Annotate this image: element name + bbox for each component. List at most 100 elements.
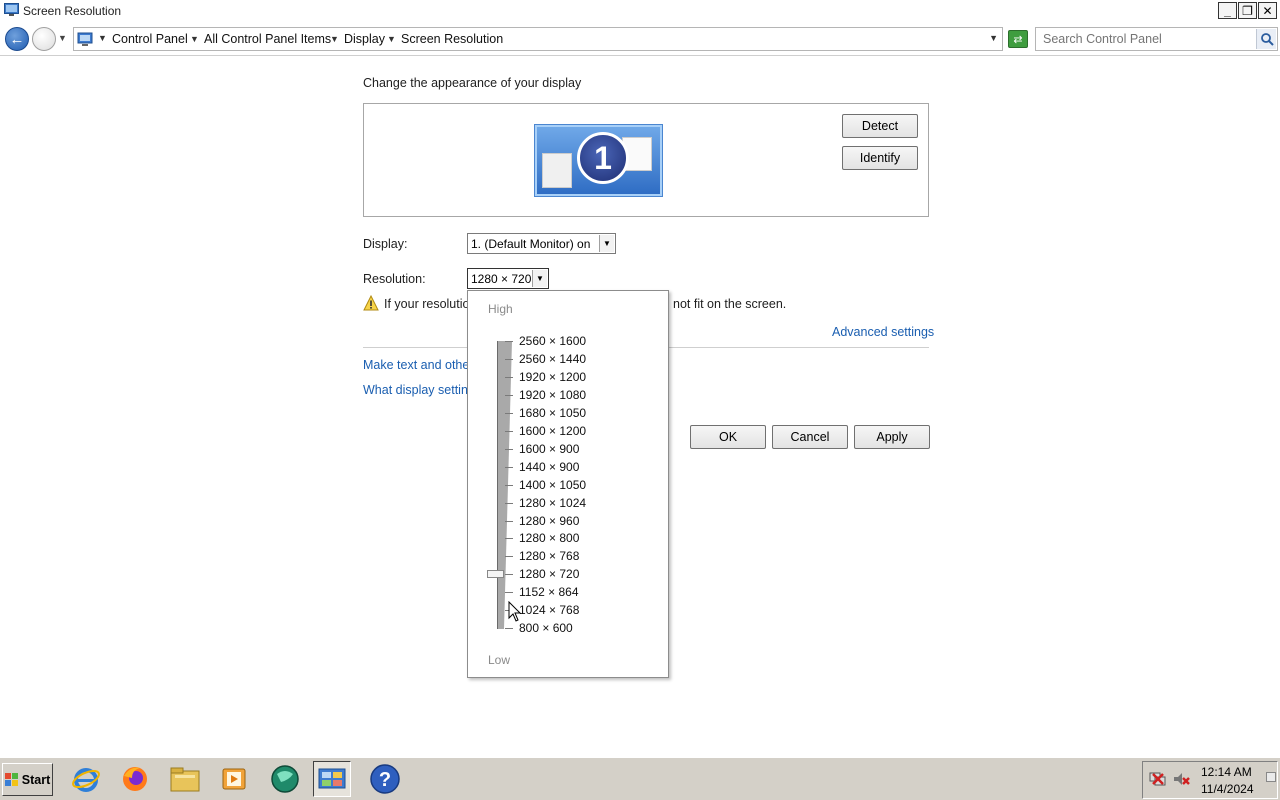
- slider-tick: [505, 394, 513, 396]
- slider-tick: [505, 502, 513, 504]
- resolution-option[interactable]: 1152 × 864: [519, 585, 579, 599]
- resolution-option[interactable]: 1600 × 1200: [519, 424, 586, 438]
- search-button[interactable]: [1256, 29, 1276, 49]
- clock-date[interactable]: 11/4/2024: [1201, 782, 1254, 796]
- apply-button[interactable]: Apply: [854, 425, 930, 449]
- breadcrumb-display[interactable]: Display: [344, 32, 385, 46]
- resolution-option[interactable]: 1280 × 960: [519, 514, 579, 528]
- slider-tick: [505, 358, 513, 360]
- title-bar: Screen Resolution _ ❐ ✕: [0, 0, 1280, 22]
- address-history-dropdown-icon[interactable]: ▼: [989, 33, 998, 43]
- minimize-button[interactable]: _: [1218, 2, 1237, 19]
- internet-explorer-button[interactable]: [67, 761, 105, 797]
- monitor-1-tile[interactable]: 1: [535, 125, 662, 196]
- help-button[interactable]: ?: [366, 761, 404, 797]
- slider-tick: [505, 574, 513, 576]
- firefox-button[interactable]: [116, 761, 154, 797]
- resolution-option[interactable]: 1680 × 1050: [519, 406, 586, 420]
- resolution-option[interactable]: 1280 × 768: [519, 549, 579, 563]
- monitor-arrangement-panel: 1 Detect Identify: [363, 103, 929, 217]
- resolution-option[interactable]: 1440 × 900: [519, 460, 579, 474]
- resolution-option[interactable]: 1280 × 800: [519, 531, 579, 545]
- display-label: Display:: [363, 237, 408, 251]
- text-size-link[interactable]: Make text and other: [363, 358, 473, 372]
- resolution-option[interactable]: 800 × 600: [519, 621, 573, 635]
- identify-button[interactable]: Identify: [842, 146, 918, 170]
- network-globe-button[interactable]: [266, 761, 304, 797]
- chevron-down-icon[interactable]: ▼: [330, 34, 339, 44]
- firefox-icon: [123, 767, 147, 791]
- help-icon: ?: [370, 764, 400, 794]
- detect-button[interactable]: Detect: [842, 114, 918, 138]
- refresh-button[interactable]: ⇄: [1008, 30, 1028, 48]
- media-player-button[interactable]: [215, 761, 253, 797]
- resolution-option[interactable]: 1400 × 1050: [519, 478, 586, 492]
- network-disconnected-icon[interactable]: [1149, 770, 1167, 788]
- warning-icon: [363, 295, 379, 311]
- display-settings-help-link[interactable]: What display setting: [363, 383, 475, 397]
- slider-tick: [505, 376, 513, 378]
- ok-button[interactable]: OK: [690, 425, 766, 449]
- slider-tick: [505, 448, 513, 450]
- resolution-option[interactable]: 1920 × 1200: [519, 370, 586, 384]
- breadcrumb-screen-resolution[interactable]: Screen Resolution: [401, 32, 503, 46]
- slider-tick: [505, 592, 513, 594]
- resolution-option[interactable]: 2560 × 1600: [519, 334, 586, 348]
- chevron-down-icon[interactable]: ▼: [387, 34, 396, 44]
- file-explorer-button[interactable]: [166, 761, 204, 797]
- search-input[interactable]: [1037, 29, 1251, 49]
- slider-high-label: High: [488, 302, 513, 316]
- advanced-settings-link[interactable]: Advanced settings: [832, 325, 934, 339]
- cancel-button[interactable]: Cancel: [772, 425, 848, 449]
- resolution-select-value: 1280 × 720: [471, 272, 532, 286]
- slider-tick: [505, 430, 513, 432]
- show-desktop-button[interactable]: [1266, 772, 1276, 782]
- windows-logo-icon: [4, 772, 18, 786]
- display-select[interactable]: 1. (Default Monitor) on ▼: [467, 233, 616, 254]
- resolution-option[interactable]: 1280 × 720: [519, 567, 579, 581]
- close-button[interactable]: ✕: [1258, 2, 1277, 19]
- slider-tick: [505, 628, 513, 630]
- media-player-icon: [222, 768, 246, 790]
- back-button[interactable]: ←: [5, 27, 29, 51]
- chevron-down-icon[interactable]: ▼: [98, 33, 107, 43]
- chevron-down-icon[interactable]: ▼: [532, 270, 547, 287]
- search-box: [1035, 27, 1278, 51]
- slider-tick: [505, 520, 513, 522]
- clock-time[interactable]: 12:14 AM: [1201, 765, 1252, 779]
- arrow-left-icon: ←: [9, 30, 25, 48]
- network-globe-icon: [271, 765, 299, 793]
- control-panel-icon: [318, 768, 346, 789]
- window-title: Screen Resolution: [23, 4, 122, 18]
- slider-tick: [505, 412, 513, 414]
- chevron-down-icon[interactable]: ▼: [599, 235, 614, 252]
- resolution-option[interactable]: 2560 × 1440: [519, 352, 586, 366]
- forward-button[interactable]: [32, 27, 56, 51]
- maximize-button[interactable]: ❐: [1238, 2, 1257, 19]
- slider-tick: [505, 341, 513, 342]
- search-icon: [1260, 33, 1274, 46]
- control-panel-taskbar-button[interactable]: [313, 761, 351, 797]
- resolution-slider-thumb[interactable]: [487, 570, 504, 579]
- resolution-option[interactable]: 1280 × 1024: [519, 496, 586, 510]
- breadcrumb-all-items[interactable]: All Control Panel Items: [204, 32, 331, 46]
- slider-tick: [505, 538, 513, 540]
- monitor-number-badge: 1: [577, 132, 629, 184]
- slider-tick: [505, 484, 513, 486]
- svg-text:?: ?: [379, 769, 391, 791]
- recent-pages-chevron-icon[interactable]: ▼: [58, 33, 67, 43]
- resolution-label: Resolution:: [363, 272, 426, 286]
- control-panel-icon: [77, 32, 93, 46]
- volume-muted-icon[interactable]: [1172, 770, 1190, 788]
- resolution-select[interactable]: 1280 × 720 ▼: [467, 268, 549, 289]
- address-box[interactable]: ▼ Control Panel ▼ All Control Panel Item…: [73, 27, 1003, 51]
- slider-low-label: Low: [488, 653, 511, 667]
- resolution-option[interactable]: 1600 × 900: [519, 442, 579, 456]
- breadcrumb-control-panel[interactable]: Control Panel: [112, 32, 188, 46]
- address-bar: ← ▼ ▼ Control Panel ▼ All Control Panel …: [0, 22, 1280, 56]
- resolution-option[interactable]: 1920 × 1080: [519, 388, 586, 402]
- resolution-option[interactable]: 1024 × 768: [519, 603, 579, 617]
- start-button[interactable]: Start: [2, 763, 53, 796]
- chevron-down-icon[interactable]: ▼: [190, 34, 199, 44]
- slider-tick: [505, 556, 513, 558]
